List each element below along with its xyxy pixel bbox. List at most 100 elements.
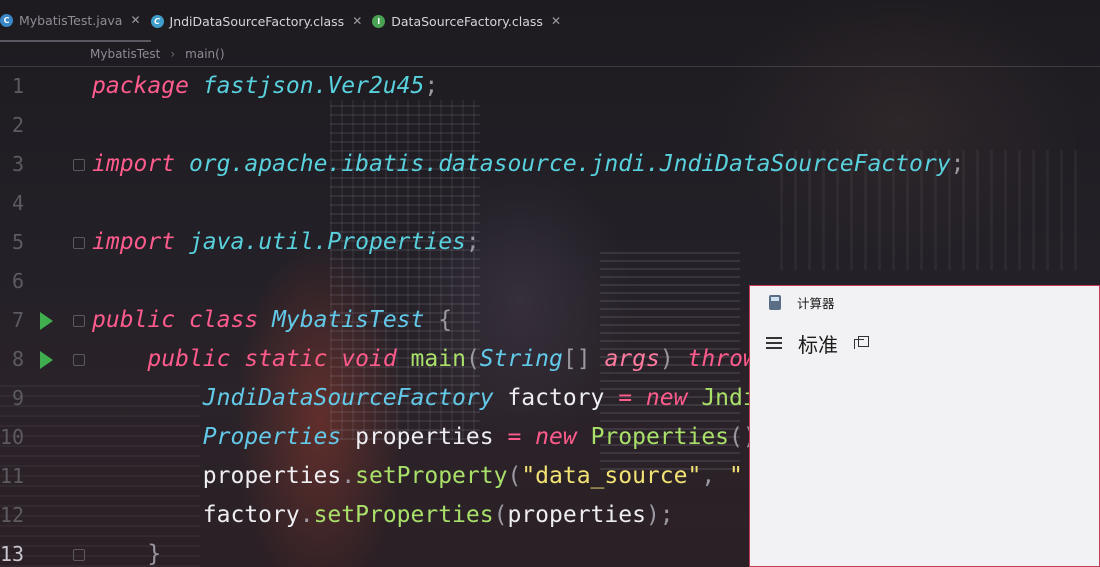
code-token: (: [465, 346, 480, 372]
code-token: setProperty: [355, 463, 508, 489]
code-text: import java.util.Properties;: [92, 223, 480, 262]
code-token: import: [92, 229, 176, 255]
code-token: =: [507, 424, 522, 450]
tab-datasource-factory[interactable]: I DataSourceFactory.class ✕: [372, 0, 571, 42]
chevron-right-icon: ›: [170, 47, 176, 61]
code-token: class: [188, 307, 259, 333]
line-number: 1: [11, 74, 24, 98]
code-token: properties: [507, 502, 646, 528]
class-file-icon: C: [150, 14, 164, 28]
line-number: 12: [0, 503, 25, 527]
hamburger-menu-icon[interactable]: [766, 337, 782, 349]
fold-marker-icon[interactable]: [73, 315, 85, 327]
code-token: (: [493, 502, 508, 528]
code-text: }: [92, 535, 161, 567]
breadcrumb-item-method[interactable]: main(): [185, 47, 224, 61]
fold-marker-icon[interactable]: [73, 549, 85, 561]
code-token: .: [299, 502, 314, 528]
code-token: =: [618, 385, 633, 411]
code-line[interactable]: 1 package fastjson.Ver2u45;: [0, 67, 1100, 106]
code-token: ": [729, 463, 743, 489]
code-token: static: [244, 346, 328, 372]
java-class-icon: C: [0, 13, 13, 27]
code-line[interactable]: 4: [0, 184, 1100, 223]
code-token: properties: [341, 424, 508, 450]
tab-mybatis-test[interactable]: C MybatisTest.java ✕: [0, 0, 151, 42]
code-token: args: [604, 346, 660, 372]
fold-marker-icon[interactable]: [73, 237, 85, 249]
code-token: {: [424, 307, 453, 333]
breadcrumb: MybatisTest › main(): [0, 42, 1100, 67]
code-token: JndiDataSourceFactory: [202, 385, 494, 411]
calculator-title: 计算器: [797, 295, 835, 311]
code-token: MybatisTest: [272, 307, 425, 333]
calculator-titlebar[interactable]: 计算器: [750, 286, 1100, 318]
close-icon[interactable]: ✕: [551, 14, 561, 28]
run-gutter-icon[interactable]: [40, 351, 53, 369]
line-number: 9: [11, 386, 24, 410]
code-token: import: [92, 151, 176, 177]
fold-marker-icon[interactable]: [73, 354, 85, 366]
code-token: new: [535, 424, 577, 450]
code-token: factory: [202, 502, 300, 528]
line-number: 7: [11, 308, 24, 332]
code-token: ): [659, 346, 688, 372]
tab-label: JndiDataSourceFactory.class: [169, 13, 345, 29]
code-text: Properties properties = new Properties()…: [92, 418, 771, 457]
fold-marker-icon[interactable]: [73, 159, 85, 171]
tab-jndi-datasource-factory[interactable]: C JndiDataSourceFactory.class ✕: [150, 0, 373, 42]
keep-on-top-icon[interactable]: [854, 336, 869, 350]
code-text: properties.setProperty("data_source", ": [92, 457, 743, 496]
tab-label: DataSourceFactory.class: [391, 13, 543, 29]
line-number: 11: [0, 464, 25, 488]
code-text: package fastjson.Ver2u45;: [92, 67, 438, 106]
line-number: 5: [11, 230, 24, 254]
code-text: import org.apache.ibatis.datasource.jndi…: [92, 145, 964, 184]
code-token: java.util.Properties: [188, 229, 466, 255]
close-icon[interactable]: ✕: [130, 13, 140, 27]
calculator-window[interactable]: 计算器 标准: [749, 285, 1100, 567]
run-gutter-icon[interactable]: [40, 312, 53, 330]
code-token: ;: [424, 73, 439, 99]
line-number: 3: [11, 152, 24, 176]
code-token: main: [410, 346, 466, 372]
code-token: setProperties: [313, 502, 494, 528]
calculator-mode-bar: 标准: [750, 326, 1100, 360]
code-token: ;: [950, 151, 965, 177]
breadcrumb-item-class[interactable]: MybatisTest: [0, 47, 160, 61]
code-token: []: [562, 346, 605, 372]
code-token: fastjson.Ver2u45: [202, 73, 425, 99]
code-token: properties: [202, 463, 342, 489]
line-number: 2: [11, 113, 24, 137]
code-token: Properties: [590, 424, 730, 450]
code-line[interactable]: 2: [0, 106, 1100, 145]
editor-tab-bar: C MybatisTest.java ✕ C JndiDataSourceFac…: [0, 0, 1100, 42]
code-line[interactable]: 3 import org.apache.ibatis.datasource.jnd…: [0, 145, 1100, 184]
code-token: String: [479, 346, 563, 372]
code-token: .: [341, 463, 356, 489]
code-token: ;: [465, 229, 480, 255]
calculator-app-icon: [769, 294, 781, 310]
interface-file-icon: I: [372, 14, 386, 28]
code-token: "data_source": [521, 463, 702, 489]
close-icon[interactable]: ✕: [352, 14, 362, 28]
ide-window: C MybatisTest.java ✕ C JndiDataSourceFac…: [0, 0, 1100, 567]
code-text: public static void main(String[] args) t…: [92, 340, 770, 379]
code-line[interactable]: 5 import java.util.Properties;: [0, 223, 1100, 262]
code-token: public: [92, 307, 176, 333]
code-token: (: [507, 463, 522, 489]
code-token: }: [147, 541, 162, 567]
code-token: );: [645, 502, 674, 528]
tab-label: MybatisTest.java: [19, 12, 123, 28]
